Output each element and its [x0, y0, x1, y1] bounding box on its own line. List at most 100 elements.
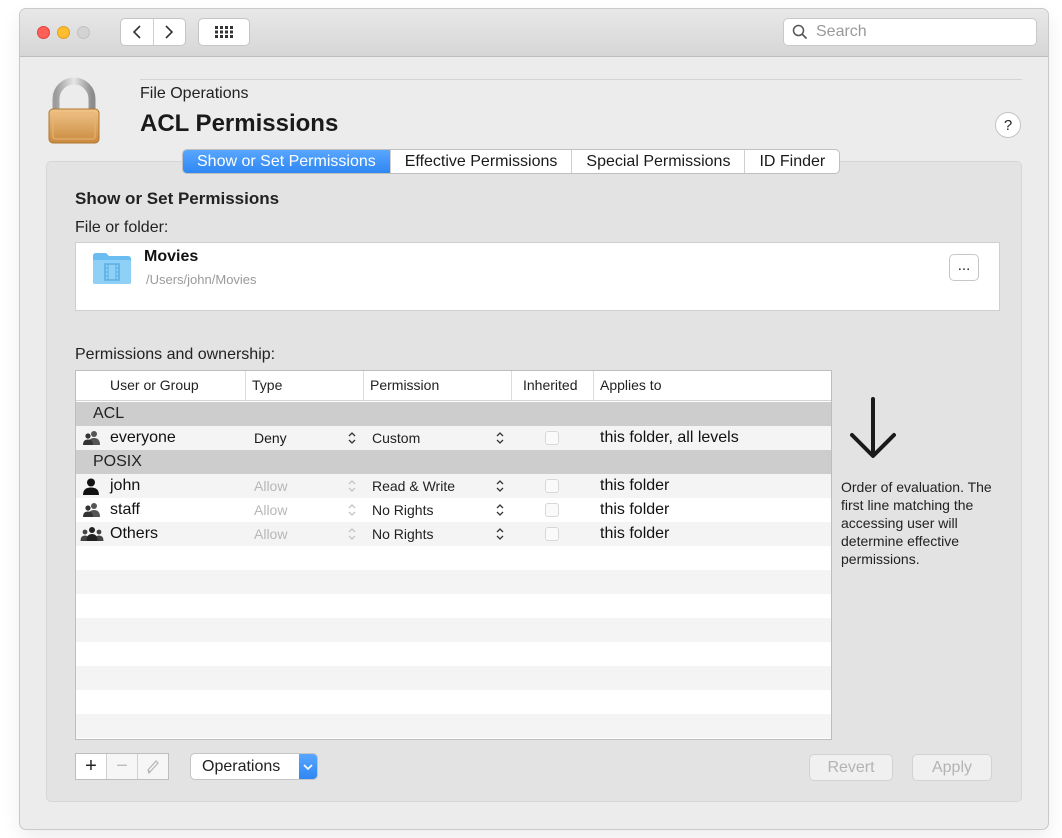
- empty-row: [76, 546, 831, 570]
- file-name: Movies: [144, 248, 199, 265]
- page-subtitle: File Operations: [140, 85, 249, 102]
- inherited-checkbox: [545, 527, 559, 541]
- permissions-table: User or Group Type Permission Inherited …: [75, 370, 832, 740]
- pencil-icon: [147, 759, 159, 774]
- group-label: ACL: [93, 405, 125, 422]
- permission-value[interactable]: No Rights: [372, 498, 433, 522]
- chevrons-updown-icon[interactable]: [496, 527, 504, 541]
- help-button[interactable]: ?: [995, 112, 1021, 138]
- col-type[interactable]: Type: [245, 371, 363, 400]
- tab-effective-permissions[interactable]: Effective Permissions: [389, 150, 572, 173]
- chevrons-updown-icon[interactable]: [496, 431, 504, 445]
- table-row[interactable]: john Allow Read & Write this folder: [76, 474, 831, 498]
- group-icon: [83, 503, 100, 517]
- chevron-right-icon: [165, 25, 174, 39]
- others-icon: [80, 527, 104, 541]
- user-name: john: [110, 477, 141, 494]
- app-window: File Operations ACL Permissions ? Show o…: [20, 9, 1048, 829]
- tab-bar: Show or Set Permissions Effective Permis…: [182, 149, 841, 174]
- user-name: staff: [110, 501, 140, 518]
- revert-button: Revert: [809, 754, 893, 781]
- empty-row: [76, 690, 831, 714]
- empty-row: [76, 642, 831, 666]
- section-title: Show or Set Permissions: [75, 189, 280, 208]
- user-name: Others: [110, 525, 159, 542]
- remove-button: −: [106, 754, 137, 779]
- permission-value[interactable]: Custom: [372, 426, 420, 450]
- header-divider: [140, 79, 1022, 80]
- lock-icon: [46, 77, 102, 150]
- inherited-checkbox: [545, 431, 559, 445]
- inherited-checkbox: [545, 479, 559, 493]
- user-icon: [83, 478, 99, 495]
- col-applies-to[interactable]: Applies to: [593, 371, 831, 400]
- folder-icon: [93, 253, 131, 284]
- table-row[interactable]: everyone Deny Custom this folder, all le…: [76, 426, 831, 450]
- applies-to-value[interactable]: this folder: [600, 522, 669, 546]
- applies-to-value[interactable]: this folder: [600, 474, 669, 498]
- search-icon: [792, 24, 808, 40]
- tab-id-finder[interactable]: ID Finder: [744, 150, 839, 173]
- table-row[interactable]: staff Allow No Rights this folder: [76, 498, 831, 522]
- group-row-acl: ACL: [76, 402, 831, 426]
- close-window-button[interactable]: [37, 26, 50, 39]
- table-row[interactable]: Others Allow No Rights this folder: [76, 522, 831, 546]
- col-permission[interactable]: Permission: [363, 371, 511, 400]
- applies-to-value[interactable]: this folder: [600, 498, 669, 522]
- type-value: Allow: [254, 526, 288, 542]
- choose-file-button[interactable]: ...: [949, 254, 979, 281]
- file-drop-box[interactable]: Movies /Users/john/Movies ...: [75, 242, 1000, 311]
- add-button[interactable]: +: [76, 754, 106, 779]
- applies-to-value[interactable]: this folder, all levels: [600, 426, 739, 450]
- empty-row: [76, 618, 831, 642]
- file-path: /Users/john/Movies: [146, 272, 257, 287]
- col-inherited[interactable]: Inherited: [511, 371, 593, 400]
- chevrons-updown-icon: [348, 480, 356, 492]
- add-remove-group: + −: [75, 753, 169, 780]
- chevrons-updown-icon: [348, 504, 356, 516]
- permission-value[interactable]: No Rights: [372, 522, 433, 546]
- chevrons-updown-icon[interactable]: [348, 431, 356, 445]
- empty-row: [76, 570, 831, 594]
- zoom-window-button: [77, 26, 90, 39]
- search-input[interactable]: [814, 22, 1018, 42]
- back-button[interactable]: [121, 19, 153, 45]
- group-icon: [83, 431, 100, 445]
- table-header: User or Group Type Permission Inherited …: [76, 371, 831, 401]
- page-title: ACL Permissions: [140, 110, 339, 137]
- forward-button[interactable]: [152, 19, 186, 45]
- grid-icon: [215, 26, 233, 38]
- operations-label: Operations: [202, 758, 281, 775]
- empty-row: [76, 594, 831, 618]
- type-value[interactable]: Deny: [254, 426, 287, 450]
- empty-row: [76, 666, 831, 690]
- permission-value[interactable]: Read & Write: [372, 474, 455, 498]
- tab-show-or-set-permissions[interactable]: Show or Set Permissions: [183, 150, 390, 173]
- chevrons-updown-icon: [348, 528, 356, 540]
- group-row-posix: POSIX: [76, 450, 831, 474]
- chevrons-updown-icon[interactable]: [496, 479, 504, 493]
- chevrons-updown-icon[interactable]: [496, 503, 504, 517]
- title-bar: [20, 9, 1048, 57]
- operations-popup-button[interactable]: Operations: [190, 753, 318, 780]
- search-field[interactable]: [783, 18, 1037, 46]
- empty-row: [76, 714, 831, 738]
- tab-special-permissions[interactable]: Special Permissions: [571, 150, 744, 173]
- edit-button: [137, 754, 168, 779]
- inherited-checkbox: [545, 503, 559, 517]
- evaluation-note: Order of evaluation. The first line matc…: [841, 479, 992, 567]
- type-value: Allow: [254, 478, 288, 494]
- permissions-label: Permissions and ownership:: [75, 346, 276, 363]
- arrow-down-icon: [850, 397, 896, 458]
- chevron-down-icon: [299, 754, 317, 779]
- back-forward-group: [120, 18, 186, 46]
- show-all-button[interactable]: [198, 18, 250, 46]
- chevron-left-icon: [132, 25, 141, 39]
- type-value: Allow: [254, 502, 288, 518]
- group-label: POSIX: [93, 453, 142, 470]
- minimize-window-button[interactable]: [57, 26, 70, 39]
- user-name: everyone: [110, 429, 176, 446]
- col-user-or-group[interactable]: User or Group: [104, 371, 246, 400]
- file-or-folder-label: File or folder:: [75, 219, 169, 236]
- apply-button: Apply: [912, 754, 992, 781]
